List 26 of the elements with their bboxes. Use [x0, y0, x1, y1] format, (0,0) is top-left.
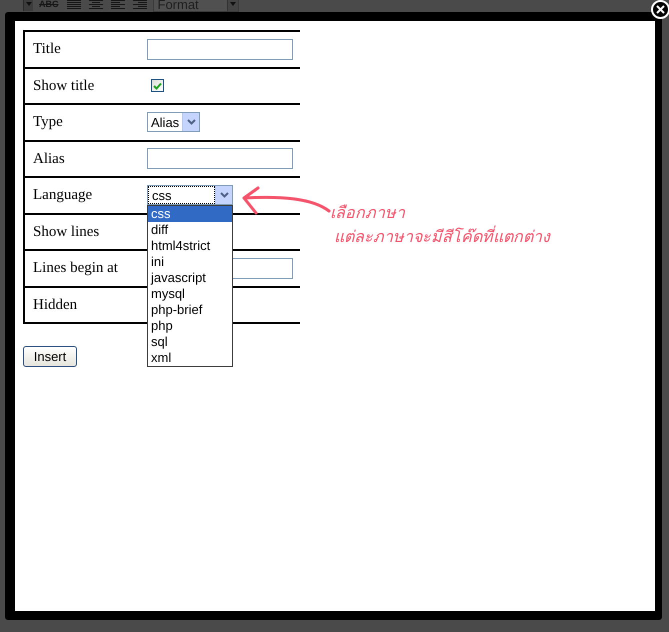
checkbox[interactable]: [151, 79, 164, 92]
field-label: Type: [32, 113, 64, 132]
field-label: Show title: [32, 76, 96, 96]
field-label: Language: [32, 186, 94, 205]
text-input[interactable]: [147, 148, 293, 170]
insert-button[interactable]: Insert: [23, 346, 77, 367]
field-label: Alias: [32, 150, 66, 168]
field-label: Title: [32, 40, 62, 59]
close-icon: [656, 5, 665, 14]
caret-icon: [215, 186, 232, 204]
align-justify-icon[interactable]: [66, 0, 80, 10]
close-button[interactable]: [651, 0, 669, 19]
caret-icon: [182, 113, 200, 132]
select-dropdown[interactable]: css: [147, 185, 233, 206]
select-option[interactable]: css: [148, 206, 232, 222]
caret-icon[interactable]: [23, 0, 33, 11]
text-input[interactable]: [147, 38, 293, 60]
field-label: Lines begin at: [32, 259, 119, 278]
align-left-icon[interactable]: [110, 0, 124, 10]
annotation-text: แต่ละภาษาจะมีสีโค๊ดที่แตกต่าง: [334, 226, 550, 250]
select-dropdown[interactable]: Alias: [147, 112, 200, 132]
field-label: Hidden: [32, 296, 78, 314]
field-label: Show lines: [32, 222, 100, 242]
annotation-text: เลือกภาษา: [330, 204, 406, 224]
align-center-icon[interactable]: [88, 0, 102, 10]
align-right-icon[interactable]: [132, 0, 146, 10]
